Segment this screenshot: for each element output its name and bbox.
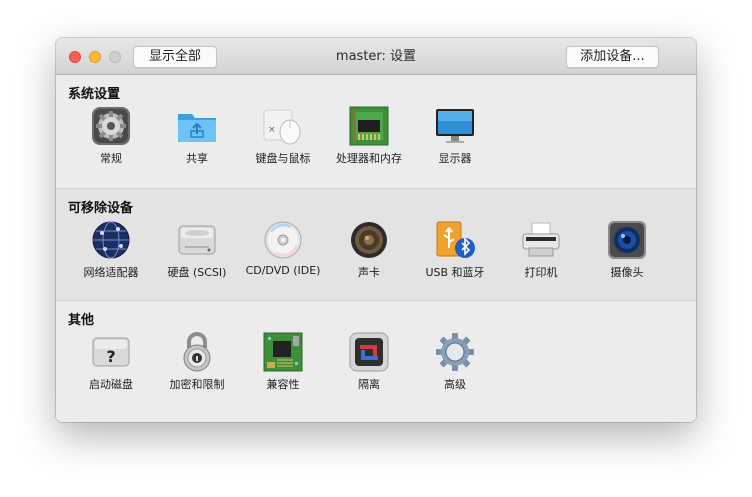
- pref-item-label: 打印机: [524, 266, 558, 279]
- isolation-icon: [348, 331, 390, 373]
- pref-item-isolation[interactable]: 隔离: [324, 331, 414, 395]
- section-title: 其他: [68, 313, 95, 328]
- padlock-icon: [176, 331, 218, 373]
- cpu-memory-icon: [348, 105, 390, 147]
- show-all-button[interactable]: 显示全部: [133, 46, 217, 68]
- minimize-window-button[interactable]: [89, 51, 101, 63]
- speaker-icon: [348, 219, 390, 261]
- settings-window: 显示全部 master: 设置 添加设备... 系统设置 常规 共享 × 键盘与…: [56, 38, 696, 422]
- pref-item-label: 共享: [186, 152, 208, 165]
- cd-dvd-icon: [262, 219, 304, 261]
- pref-item-hard-disk[interactable]: 硬盘 (SCSI): [152, 219, 242, 283]
- section-other: 其他 ? 启动磁盘 加密和限制 兼容性 隔离 高级: [56, 300, 696, 422]
- pref-item-printer[interactable]: 打印机: [496, 219, 586, 283]
- pref-item-label: 摄像头: [610, 266, 644, 279]
- section-title: 系统设置: [68, 87, 121, 102]
- pref-item-camera[interactable]: 摄像头: [582, 219, 672, 283]
- pref-item-label: 键盘与鼠标: [255, 152, 311, 165]
- title-bar: 显示全部 master: 设置 添加设备...: [56, 38, 696, 75]
- pref-item-display[interactable]: 显示器: [410, 105, 500, 169]
- display-icon: [434, 105, 476, 147]
- pref-item-label: 常规: [100, 152, 122, 165]
- gear-icon: [434, 331, 476, 373]
- camera-icon: [606, 219, 648, 261]
- pref-item-label: 兼容性: [266, 378, 300, 391]
- circuit-board-icon: [262, 331, 304, 373]
- startup-disk-icon: ?: [90, 331, 132, 373]
- pref-item-label: 启动磁盘: [89, 378, 133, 391]
- usb-bluetooth-icon: [434, 219, 476, 261]
- pref-item-label: 处理器和内存: [336, 152, 402, 165]
- pref-item-label: 网络适配器: [83, 266, 139, 279]
- shared-folder-icon: [176, 105, 218, 147]
- section-system-settings: 系统设置 常规 共享 × 键盘与鼠标 处理器和内存 显示器: [56, 75, 696, 188]
- svg-text:?: ?: [106, 347, 115, 366]
- zoom-window-button[interactable]: [109, 51, 121, 63]
- pref-item-sound[interactable]: 声卡: [324, 219, 414, 283]
- pref-item-label: 硬盘 (SCSI): [167, 266, 227, 279]
- pref-item-cpu-memory[interactable]: 处理器和内存: [324, 105, 414, 169]
- pref-item-keyboard-mouse[interactable]: × 键盘与鼠标: [238, 105, 328, 169]
- hard-disk-icon: [176, 219, 218, 261]
- pref-item-label: CD/DVD (IDE): [245, 264, 321, 277]
- pref-item-general[interactable]: 常规: [66, 105, 156, 169]
- pref-item-label: 显示器: [438, 152, 472, 165]
- pref-item-label: 高级: [444, 378, 466, 391]
- network-globe-icon: [90, 219, 132, 261]
- pref-item-cd-dvd[interactable]: CD/DVD (IDE): [238, 219, 328, 283]
- printer-icon: [520, 219, 562, 261]
- pref-item-advanced[interactable]: 高级: [410, 331, 500, 395]
- keyboard-mouse-icon: ×: [262, 105, 304, 147]
- general-icon: [90, 105, 132, 147]
- pref-item-usb-bluetooth[interactable]: USB 和蓝牙: [410, 219, 500, 283]
- pref-item-network-adapter[interactable]: 网络适配器: [66, 219, 156, 283]
- pref-item-label: USB 和蓝牙: [425, 266, 485, 279]
- section-removable-devices: 可移除设备 网络适配器 硬盘 (SCSI) CD/DVD (IDE) 声卡 US…: [56, 188, 696, 300]
- svg-text:×: ×: [268, 125, 276, 135]
- pref-item-sharing[interactable]: 共享: [152, 105, 242, 169]
- section-title: 可移除设备: [68, 201, 134, 216]
- close-window-button[interactable]: [69, 51, 81, 63]
- pref-item-label: 加密和限制: [169, 378, 225, 391]
- pref-item-label: 声卡: [358, 266, 380, 279]
- pref-item-compatibility[interactable]: 兼容性: [238, 331, 328, 395]
- window-title: master: 设置: [335, 49, 417, 64]
- add-device-button[interactable]: 添加设备...: [566, 46, 659, 68]
- pref-item-security[interactable]: 加密和限制: [152, 331, 242, 395]
- pref-item-label: 隔离: [358, 378, 380, 391]
- pref-item-startup-disk[interactable]: ? 启动磁盘: [66, 331, 156, 395]
